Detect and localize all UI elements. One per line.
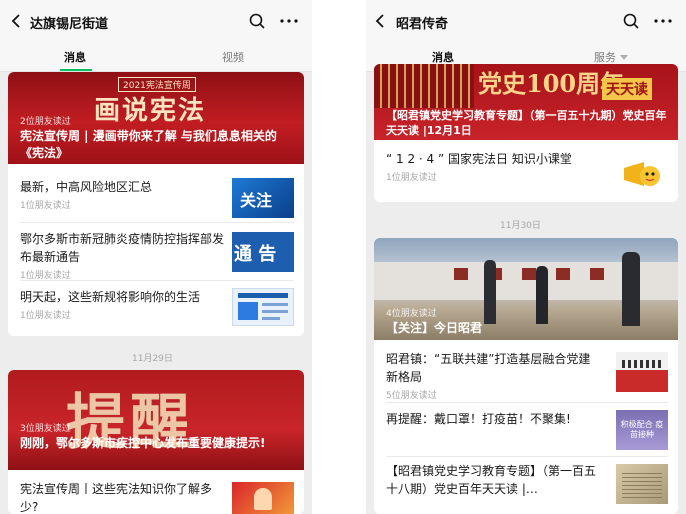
list-item[interactable]: 【昭君镇党史学习教育专题】（第一百五十八期）党史百年天天读 |…	[386, 462, 668, 508]
banner-headline: 画说宪法	[94, 96, 207, 126]
list-item[interactable]: 昭君镇：“五联共建”打造基层融合党建新格局 5位朋友读过	[386, 350, 668, 401]
thumbnail-image: 积极配合 疫苗接种	[616, 410, 668, 450]
divider	[386, 402, 668, 403]
dropdown-arrow-icon	[620, 55, 628, 60]
divider	[20, 280, 294, 281]
article-card: 提醒 3位朋友读过 刚刚，鄂尔多斯市疾控中心发布重要健康提示! 宪法宣传周丨这些…	[8, 370, 304, 514]
friends-read-count: 2位朋友读过	[20, 117, 71, 127]
item-title: 再提醒：戴口罩！打疫苗！不聚集!	[386, 412, 571, 426]
thumbnail-image: 通 告	[232, 232, 294, 272]
list-item[interactable]: 再提醒：戴口罩！打疫苗！不聚集! 积极配合 疫苗接种	[386, 410, 668, 454]
person-figure	[536, 266, 548, 324]
date-separator: 11月29日	[132, 354, 173, 364]
search-icon[interactable]	[248, 12, 266, 30]
left-article-list-screen: 达旗锡尼街道 消息 视频 2021宪法宣传周 画说宪法 2位朋友读过 宪法宣传周…	[0, 0, 312, 514]
list-item[interactable]: “ 1 2 · 4 ” 国家宪法日 知识小课堂 1位朋友读过	[386, 150, 668, 196]
article-banner[interactable]: 2021宪法宣传周 画说宪法 2位朋友读过 宪法宣传周 | 漫画带你来了解 与我…	[8, 72, 304, 164]
list-item[interactable]: 宪法宣传周丨这些宪法知识你了解多少?	[20, 480, 294, 514]
article-title[interactable]: 刚刚，鄂尔多斯市疾控中心发布重要健康提示!	[20, 435, 294, 452]
back-arrow-icon[interactable]	[372, 12, 390, 30]
tab-messages[interactable]: 消息	[64, 49, 86, 65]
thumbnail-image	[616, 352, 668, 392]
tab-video[interactable]: 视频	[222, 49, 244, 65]
thumbnail-image	[616, 464, 668, 504]
thumbnail-image	[232, 288, 294, 326]
account-title: 达旗锡尼街道	[30, 17, 109, 32]
item-title: 最新，中高风险地区汇总	[20, 180, 153, 194]
article-banner[interactable]: 提醒 3位朋友读过 刚刚，鄂尔多斯市疾控中心发布重要健康提示!	[8, 370, 304, 470]
more-options-icon[interactable]	[652, 12, 674, 30]
friends-read-count: 3位朋友读过	[20, 424, 71, 434]
top-bar: 达旗锡尼街道	[0, 0, 312, 42]
megaphone-thumbnail	[618, 154, 668, 194]
date-separator: 11月30日	[500, 221, 541, 231]
item-title: 鄂尔多斯市新冠肺炎疫情防控指挥部发布最新通告	[20, 232, 225, 264]
person-figure	[484, 260, 496, 324]
list-item[interactable]: 明天起，这些新规将影响你的生活 1位朋友读过	[20, 288, 294, 328]
list-item[interactable]: 最新，中高风险地区汇总 1位朋友读过 关注	[20, 178, 294, 218]
more-options-icon[interactable]	[278, 12, 300, 30]
tab-bar: 消息 视频	[0, 42, 312, 72]
friends-read-count: 4位朋友读过	[386, 309, 437, 319]
gate-illustration	[374, 64, 474, 108]
article-banner[interactable]: 4位朋友读过 【关注】今日昭君	[374, 238, 678, 340]
thumbnail-image	[232, 482, 294, 514]
item-title: 昭君镇：“五联共建”打造基层融合党建新格局	[386, 352, 591, 384]
article-banner[interactable]: 党史100周年 天天读 【昭君镇党史学习教育专题】（第一百五十九期）党史百年天天…	[374, 64, 678, 140]
article-card: 2021宪法宣传周 画说宪法 2位朋友读过 宪法宣传周 | 漫画带你来了解 与我…	[8, 72, 304, 336]
back-arrow-icon[interactable]	[8, 12, 26, 30]
article-card: 4位朋友读过 【关注】今日昭君 昭君镇：“五联共建”打造基层融合党建新格局 5位…	[374, 238, 678, 514]
list-item[interactable]: 鄂尔多斯市新冠肺炎疫情防控指挥部发布最新通告 1位朋友读过 通 告	[20, 230, 294, 281]
item-title: “ 1 2 · 4 ” 国家宪法日 知识小课堂	[386, 152, 572, 166]
divider	[386, 456, 668, 457]
article-title[interactable]: 宪法宣传周 | 漫画带你来了解 与我们息息相关的《宪法》	[20, 128, 294, 162]
article-title[interactable]: 【昭君镇党史学习教育专题】（第一百五十九期）党史百年天天读 |12月1日	[386, 108, 668, 138]
item-title: 【昭君镇党史学习教育专题】（第一百五十八期）党史百年天天读 |…	[386, 464, 597, 496]
search-icon[interactable]	[622, 12, 640, 30]
person-figure	[622, 252, 640, 326]
tab-services[interactable]: 服务	[594, 49, 616, 65]
top-bar: 昭君传奇	[366, 0, 686, 42]
item-title: 明天起，这些新规将影响你的生活	[20, 290, 201, 304]
tab-messages[interactable]: 消息	[432, 49, 454, 65]
thumbnail-image: 关注	[232, 178, 294, 218]
banner-badge: 天天读	[602, 78, 652, 100]
right-article-list-screen: 昭君传奇 消息 服务 党史100周年 天天读 【昭君镇党史学习教育专题】（第一百…	[366, 0, 686, 514]
article-card: 党史100周年 天天读 【昭君镇党史学习教育专题】（第一百五十九期）党史百年天天…	[374, 64, 678, 202]
account-title: 昭君传奇	[396, 17, 449, 32]
active-tab-indicator	[60, 69, 92, 71]
item-title: 宪法宣传周丨这些宪法知识你了解多少?	[20, 482, 213, 514]
article-title[interactable]: 【关注】今日昭君	[386, 320, 668, 337]
divider	[20, 222, 294, 223]
